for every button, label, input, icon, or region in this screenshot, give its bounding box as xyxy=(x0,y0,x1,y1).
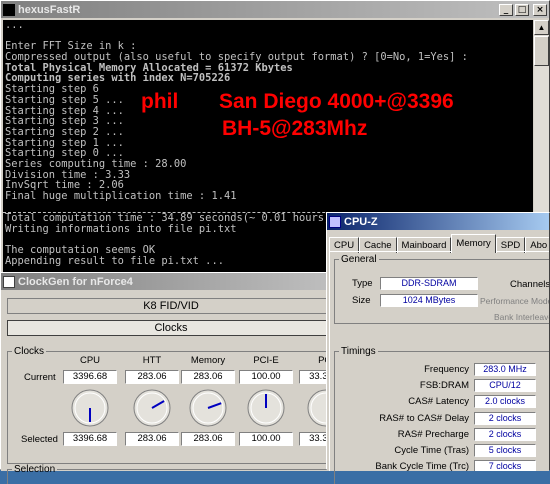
column-header-memory: Memory xyxy=(190,355,226,366)
column-header-cpu: CPU xyxy=(79,355,101,366)
cpu-dial-icon[interactable] xyxy=(70,388,110,428)
timing-value: CPU/12 xyxy=(474,379,536,393)
general-group-label: General xyxy=(341,254,377,265)
annotation-cpu: San Diego 4000+@3396 xyxy=(219,90,454,113)
clockgen-window: ClockGen for nForce4 K8 FID/VID Clocks C… xyxy=(0,272,345,484)
tab-clocks[interactable]: Clocks xyxy=(7,320,335,336)
minimize-button[interactable]: _ xyxy=(499,3,513,16)
bank-interleave-label: Bank Interleave xyxy=(494,312,549,322)
timing-value: 7 clocks xyxy=(474,460,536,471)
selection-group: Selection xyxy=(7,464,335,484)
console-title: hexusFastR xyxy=(18,3,81,16)
timing-label: Frequency xyxy=(424,364,469,375)
size-label: Size xyxy=(352,295,371,306)
current-label: Current xyxy=(24,372,56,383)
selected-pci-e-value[interactable]: 100.00 xyxy=(239,432,293,446)
annotation-memory: BH-5@283Mhz xyxy=(222,117,368,140)
performance-mode-label: Performance Mode xyxy=(480,296,549,306)
scroll-up-arrow-icon[interactable]: ▲ xyxy=(534,20,549,35)
selected-cpu-value[interactable]: 3396.68 xyxy=(63,432,117,446)
selected-label: Selected xyxy=(21,434,58,445)
selected-htt-value[interactable]: 283.06 xyxy=(125,432,179,446)
current-htt-value: 283.06 xyxy=(125,370,179,384)
tab-k8-fid-vid[interactable]: K8 FID/VID xyxy=(7,298,335,314)
timing-value: 5 clocks xyxy=(474,444,536,457)
size-field: 1024 MBytes xyxy=(380,294,478,307)
console-titlebar[interactable]: hexusFastR _ □ × xyxy=(1,1,549,18)
tab-memory[interactable]: Memory xyxy=(451,234,496,253)
scroll-thumb[interactable] xyxy=(534,36,549,66)
timing-value: 2.0 clocks xyxy=(474,395,536,409)
selected-memory-value[interactable]: 283.06 xyxy=(181,432,235,446)
annotation-user: phil xyxy=(141,90,179,113)
cpuz-title: CPU-Z xyxy=(344,215,378,228)
column-header-htt: HTT xyxy=(142,355,162,366)
timing-value: 283.0 MHz xyxy=(474,363,536,376)
maximize-button[interactable]: □ xyxy=(515,3,529,16)
clockgen-body: K8 FID/VID Clocks Clocks CPU 3396.68 3396.… xyxy=(1,290,345,484)
cpuz-titlebar[interactable]: CPU-Z xyxy=(327,213,549,230)
cpuz-app-icon xyxy=(329,215,341,228)
current-memory-value: 283.06 xyxy=(181,370,235,384)
timing-value: 2 clocks xyxy=(474,427,536,441)
timing-label: Cycle Time (Tras) xyxy=(394,445,469,456)
close-button[interactable]: × xyxy=(533,3,547,16)
column-header-pci-e: PCI-E xyxy=(253,355,279,366)
console-line: ... xyxy=(5,20,24,31)
current-pci-e-value: 100.00 xyxy=(239,370,293,384)
clocks-group-label: Clocks xyxy=(14,346,45,357)
timing-label: CAS# Latency xyxy=(408,396,469,408)
type-field: DDR-SDRAM xyxy=(380,277,478,290)
timing-label: RAS# Precharge xyxy=(397,428,469,440)
memory-tab-panel: General Type DDR-SDRAM Size 1024 MBytes … xyxy=(329,251,549,471)
timing-label: RAS# to CAS# Delay xyxy=(379,412,469,424)
memory-dial-icon[interactable] xyxy=(188,388,228,428)
channels-label: Channels # xyxy=(510,279,549,290)
htt-dial-icon[interactable] xyxy=(132,388,172,428)
clockgen-title: ClockGen for nForce4 xyxy=(18,275,133,288)
type-label: Type xyxy=(352,278,373,289)
console-app-icon xyxy=(3,3,15,16)
current-cpu-value: 3396.68 xyxy=(63,370,117,384)
timing-value: 2 clocks xyxy=(474,411,536,425)
cpuz-body: CPU Cache Mainboard Memory SPD Abo General Ty… xyxy=(327,230,549,471)
pci-e-dial-icon[interactable] xyxy=(246,388,286,428)
clockgen-titlebar[interactable]: ClockGen for nForce4 xyxy=(1,273,339,290)
cpuz-window: CPU-Z CPU Cache Mainboard Memory SPD Abo Gene… xyxy=(326,212,550,471)
clockgen-app-icon xyxy=(3,275,15,288)
timings-group-label: Timings xyxy=(341,346,376,357)
timing-label: FSB:DRAM xyxy=(419,380,469,392)
cpuz-tab-strip: CPU Cache Mainboard Memory SPD Abo xyxy=(329,234,549,253)
